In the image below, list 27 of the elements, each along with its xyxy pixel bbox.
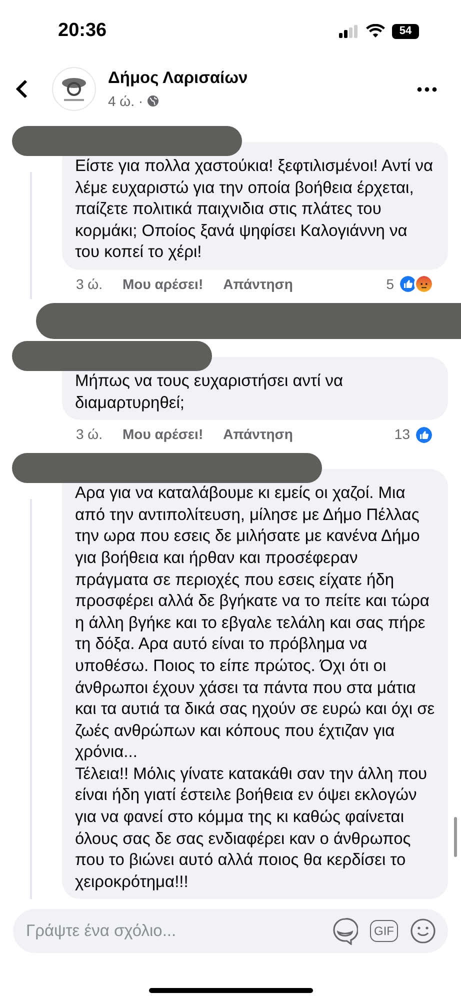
signal-icon <box>339 24 359 38</box>
like-link[interactable]: Μου αρέσει! <box>122 274 204 295</box>
post-time: 4 ώ. · <box>108 92 144 111</box>
sticker-icon[interactable] <box>332 917 358 945</box>
status-time: 20:36 <box>58 18 107 43</box>
comment-field[interactable]: Γράψτε ένα σχόλιο... GIF <box>13 909 448 953</box>
more-icon[interactable] <box>417 86 437 92</box>
page-avatar-logo[interactable] <box>52 67 96 111</box>
gif-button[interactable]: GIF <box>370 920 398 942</box>
back-icon[interactable] <box>16 79 28 99</box>
emoji-icon[interactable] <box>410 918 436 944</box>
comment-placeholder: Γράψτε ένα σχόλιο... <box>26 920 178 942</box>
scrollbar-thumb <box>454 817 457 857</box>
globe-icon <box>147 95 160 108</box>
reply-link[interactable]: Απάντηση <box>223 424 293 446</box>
comment-text: Μήπως να τους ευχαριστήσει αντί να διαμαρτυρηθεί; <box>75 370 344 414</box>
comment-text: Είστε για πολλα χαστούκια! ξεφτιλισμένοι! Αντί να λέμε ευχαριστώ για την οποία βοήθεια έρχεται, παίζετε πολιτικά παιχνιδια στις πλάτες του κορμάκι; Οποίος ξανά ψηφίσει Καλογιάννη να του κοπεί το χέρι! <box>75 156 434 264</box>
reaction-count: 5 <box>386 274 394 294</box>
reaction-count: 13 <box>394 425 410 444</box>
wifi-icon <box>366 24 385 38</box>
like-link[interactable]: Μου αρέσει! <box>122 424 204 446</box>
reply-link[interactable]: Απάντηση <box>223 274 293 295</box>
comment-text: Αρα για να καταλάβουμε κι εμείς οι χαζοί. Μια από την αντιπολίτευση, μίλησε με Δήμο Πέλλας την ωρα που εσεις δε μιλήσατε με κανένα Δήμο για βοήθεια και ήρθαν και προσέφεραν πράγματα σε περιοχές που εσεις είχατε ήδη προσφέρει αλλά δε βγήκατε να το πείτε και τώρα η άλλη βγήκε και το εβγαλε τελάλη και σας πήρε τη δόξα. Αρα αυτό είναι το πρόβλημα να υποθέσω. Ποιος το είπε πρώτος. Όχι ότι οι άνθρωποι έχουν χάσει τα πάντα που στα μάτια και τα αυτιά τα δικά σας ηχούν σε ευρώ και όχι σε ζωές ανθρώπων και κόπους που έχτιζαν για χρόνια... Τέλεια!! Μόλις γίνατε κατακάθι σαν την άλλη που είναι ήδη γιατί έστειλε βοήθεια εν όψει εκλογών για να φανεί στο κόμμα της κι καθώς φαίνεται όλους σας δε σας ενδιαφέρει καν ο άνθρωπος που το βιώνει αυτό αλλά ποιος θα κερδίσει το χειροκρότημα!!! <box>75 483 435 893</box>
battery-indicator: 54 <box>392 24 419 38</box>
comment-time: 3 ώ. <box>76 274 102 294</box>
comment-time: 3 ώ. <box>76 425 102 444</box>
page-name[interactable]: Δήμος Λαρισαίων <box>108 66 248 91</box>
